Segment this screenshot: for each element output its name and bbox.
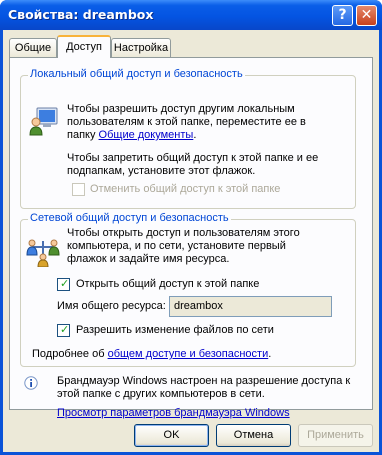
local-text-line3: папку Общие документы. [67,129,196,142]
apply-button[interactable]: Применить [298,424,373,447]
unshare-text-line2: подпапкам, установите этот флажок. [67,165,256,177]
close-icon: ✕ [360,7,373,23]
info-icon [24,376,38,390]
share-folder-checkbox-label: Открыть общий доступ к этой папке [76,278,260,290]
share-name-field[interactable]: dreambox [169,296,332,317]
tab-sharing[interactable]: Доступ [57,35,111,58]
share-name-label: Имя общего ресурса: [57,300,166,312]
unshare-text-line1: Чтобы запретить общий доступ к этой папк… [67,152,319,164]
local-text-line2: пользователям к этой папке, переместите … [67,116,306,128]
cancel-button[interactable]: Отмена [216,424,291,447]
more-info-text: Подробнее об общем доступе и безопасност… [32,348,271,361]
firewall-text-line1: Брандмауэр Windows настроен на разрешени… [57,375,351,387]
local-users-icon [28,105,60,137]
local-text-line3-suffix: . [193,129,197,141]
window-title: Свойства: dreambox [8,7,154,22]
properties-window: Свойства: dreambox ? ✕ Общие Доступ Наст… [0,0,382,455]
title-bar[interactable]: Свойства: dreambox ? ✕ [0,0,382,30]
network-users-icon [26,233,60,268]
sharing-security-link[interactable]: общем доступе и безопасности [108,348,269,360]
allow-change-checkbox[interactable]: ✓ [57,323,70,337]
more-info-suffix: . [268,348,272,360]
help-button[interactable]: ? [332,5,353,26]
dialog-body: Общие Доступ Настройка Локальный общий д… [3,30,379,452]
tab-customize[interactable]: Настройка [111,38,171,57]
help-icon: ? [338,7,347,23]
firewall-settings-link[interactable]: Просмотр параметров брандмауэра Windows [57,407,290,420]
network-text-line2: компьютера, и по сети, установите первый [67,240,286,252]
network-sharing-heading: Сетевой общий доступ и безопасность [28,212,231,224]
tab-general[interactable]: Общие [9,38,57,57]
network-text-line1: Чтобы открыть доступ и пользователям это… [67,227,300,239]
sharing-panel: Локальный общий доступ и безопасность Чт… [9,57,373,419]
firewall-text-line2: этой папке с других компьютеров в сети. [57,388,265,400]
close-button[interactable]: ✕ [356,5,377,26]
ok-button[interactable]: OK [134,424,209,447]
more-info-prefix: Подробнее об [32,348,108,360]
unshare-checkbox[interactable] [72,183,85,196]
unshare-checkbox-label: Отменить общий доступ к этой папке [90,183,281,195]
local-text-line3-prefix: папку [67,129,99,141]
checkmark-icon: ✓ [60,323,70,336]
checkmark-icon: ✓ [60,277,70,290]
share-folder-checkbox[interactable]: ✓ [57,277,70,291]
shared-documents-link[interactable]: Общие документы [99,129,194,141]
network-text-line3: флажок и задайте имя ресурса. [67,253,230,265]
local-sharing-heading: Локальный общий доступ и безопасность [28,68,245,80]
allow-change-checkbox-label: Разрешить изменение файлов по сети [76,324,274,336]
local-text-line1: Чтобы разрешить доступ другим локальным [67,103,295,115]
